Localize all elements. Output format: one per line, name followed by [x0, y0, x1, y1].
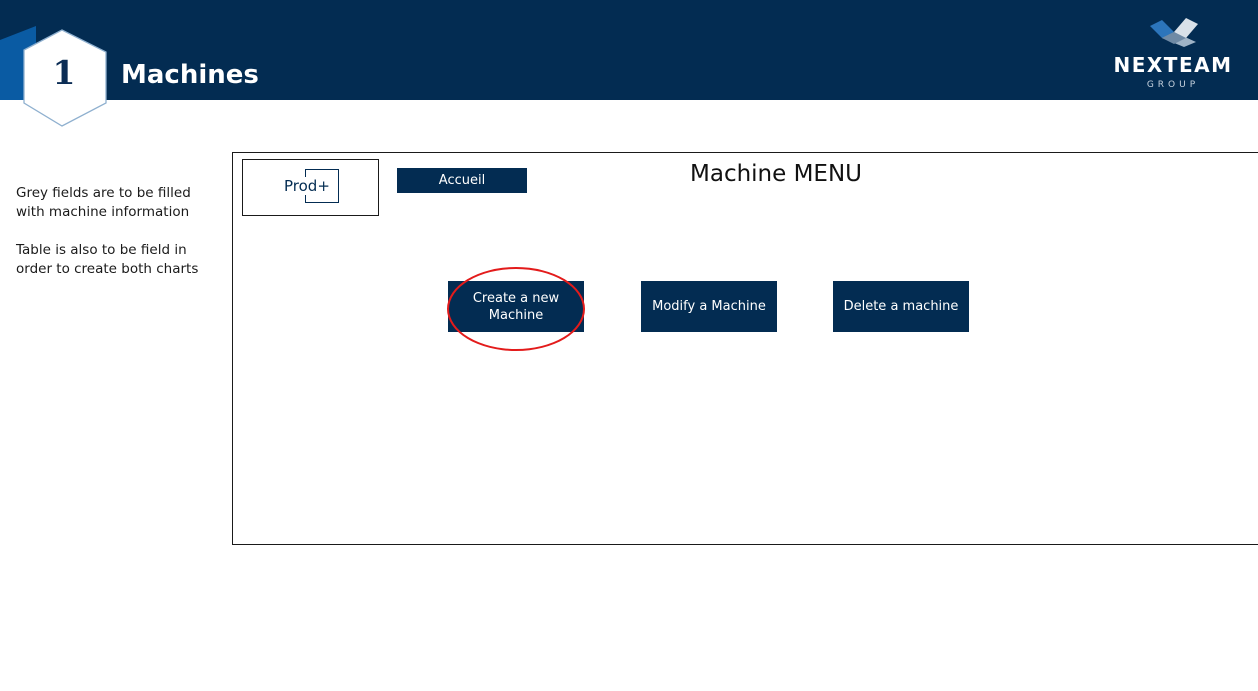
note-table: Table is also to be field in order to cr… — [16, 242, 199, 277]
menu-title: Machine MENU — [690, 161, 863, 187]
create-machine-button[interactable]: Create a new Machine — [448, 281, 584, 332]
delete-machine-button[interactable]: Delete a machine — [833, 281, 969, 332]
app-screenshot-frame — [232, 152, 1258, 545]
page-title: Machines — [121, 60, 259, 90]
modify-machine-button[interactable]: Modify a Machine — [641, 281, 777, 332]
nexteam-logo-icon — [1150, 18, 1198, 47]
note-grey-fields: Grey fields are to be filled with machin… — [16, 185, 191, 220]
logo-subtitle: GROUP — [1146, 80, 1200, 90]
prod-plus-logo: Prod+ — [242, 159, 379, 216]
home-button[interactable]: Accueil — [397, 168, 527, 193]
prod-logo-text: Prod+ — [284, 177, 330, 195]
logo-wordmark: NEXTEAM — [1113, 53, 1233, 77]
nexteam-logo: NEXTEAM GROUP — [1108, 16, 1238, 96]
slide-number: 1 — [52, 53, 76, 92]
